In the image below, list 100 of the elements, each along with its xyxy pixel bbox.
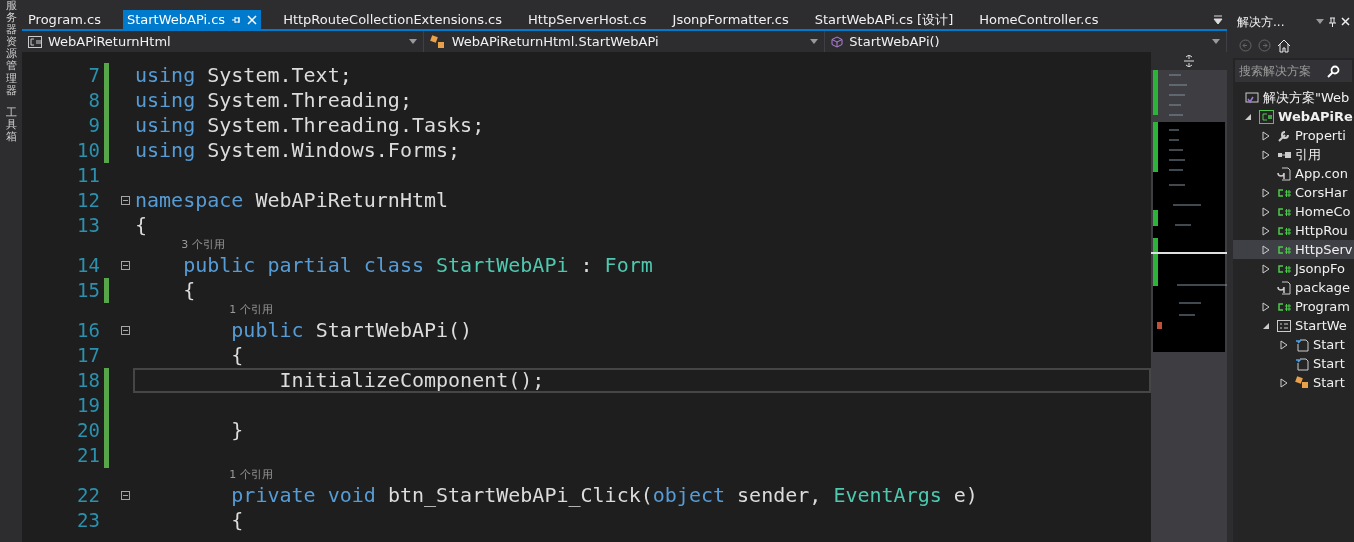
tree-item[interactable]: StartWe xyxy=(1233,316,1354,335)
code-line: { xyxy=(230,343,244,368)
collapsed-arrow-icon[interactable] xyxy=(1262,244,1270,255)
tree-item[interactable]: HttpRou xyxy=(1233,221,1354,240)
search-field[interactable]: 搜索解决方案 xyxy=(1235,60,1352,82)
tree-item[interactable]: 引用 xyxy=(1233,145,1354,164)
csharp-file-icon xyxy=(1277,186,1291,199)
code-line: } xyxy=(230,418,244,443)
class-icon xyxy=(1295,375,1309,390)
close-icon[interactable] xyxy=(1341,17,1350,26)
collapsed-arrow-icon[interactable] xyxy=(1262,187,1270,198)
tree-item-label: Start xyxy=(1313,354,1345,373)
tree-item[interactable]: Properti xyxy=(1233,126,1354,145)
document-tab[interactable]: HttpRouteCollectionExtensions.cs xyxy=(279,10,507,29)
tree-item[interactable]: package xyxy=(1233,278,1354,297)
side-tab[interactable]: 服务器资源管理器 xyxy=(5,0,17,97)
code-line: { xyxy=(230,508,244,533)
tree-item-label: App.con xyxy=(1295,164,1348,183)
document-tab[interactable]: JsonpFormatter.cs xyxy=(668,10,793,29)
tree-item[interactable]: App.con xyxy=(1233,164,1354,183)
tree-item-label: CorsHar xyxy=(1295,183,1348,202)
tree-item-label: 引用 xyxy=(1295,145,1321,164)
document-tab[interactable]: HttpServerHost.cs xyxy=(524,10,651,29)
pin-icon[interactable] xyxy=(1328,16,1337,27)
collapsed-arrow-icon[interactable] xyxy=(1280,339,1288,350)
tree-item-label: StartWe xyxy=(1295,316,1347,335)
collapsed-arrow-icon[interactable] xyxy=(1262,301,1270,312)
search-icon[interactable] xyxy=(1327,64,1340,78)
caret-icon xyxy=(1212,39,1220,44)
line-number: 21 xyxy=(76,443,100,469)
csharp-file-icon xyxy=(1277,224,1291,237)
collapsed-arrow-icon[interactable] xyxy=(1262,263,1270,274)
code-lens-reference-count[interactable]: 1 个引用 xyxy=(229,302,273,319)
wrench-icon xyxy=(1277,128,1291,143)
tree-item[interactable]: Program xyxy=(1233,297,1354,316)
code-line: using System.Threading.Tasks; xyxy=(135,113,485,138)
collapse-icon[interactable] xyxy=(121,261,130,270)
tree-item[interactable]: Start xyxy=(1233,335,1354,354)
collapsed-arrow-icon[interactable] xyxy=(1262,130,1270,141)
class-icon xyxy=(429,34,446,49)
tree-item-label: package xyxy=(1295,278,1350,297)
document-tab[interactable]: Program.cs xyxy=(24,10,105,29)
side-tab[interactable]: 工具箱 xyxy=(5,106,17,144)
tree-item[interactable]: HttpServ xyxy=(1233,240,1354,259)
tab-list-dropdown-icon[interactable] xyxy=(1213,14,1223,25)
split-window-icon[interactable] xyxy=(1183,55,1195,67)
home-icon[interactable] xyxy=(1277,38,1291,53)
csharp-file-icon xyxy=(1277,243,1291,256)
collapsed-arrow-icon[interactable] xyxy=(1262,225,1270,236)
collapse-icon[interactable] xyxy=(121,196,130,205)
collapse-icon[interactable] xyxy=(121,326,130,335)
collapsed-arrow-icon[interactable] xyxy=(1280,377,1288,388)
code-line: using System.Text; xyxy=(135,63,352,88)
code-lens-reference-count[interactable]: 1 个引用 xyxy=(229,467,273,484)
config-file-icon xyxy=(1277,280,1291,295)
code-line: { xyxy=(182,278,196,303)
form-icon xyxy=(1277,318,1291,333)
csharp-file-icon xyxy=(1277,205,1291,218)
tree-item-label: Program xyxy=(1295,297,1350,316)
line-number: 12 xyxy=(76,188,100,214)
line-number: 22 xyxy=(76,483,100,509)
code-line: { xyxy=(135,213,148,238)
collapsed-arrow-icon[interactable] xyxy=(1262,149,1270,160)
tree-item-label: HttpServ xyxy=(1295,240,1353,259)
collapsed-arrow-icon[interactable] xyxy=(1262,206,1270,217)
tree-item[interactable]: CorsHar xyxy=(1233,183,1354,202)
csharp-project-icon xyxy=(1259,109,1274,124)
document-icon xyxy=(1295,337,1309,352)
line-number: 19 xyxy=(76,393,100,419)
code-line: InitializeComponent(); xyxy=(278,368,545,393)
solution-icon xyxy=(1245,90,1259,105)
tree-item-label: JsonpFo xyxy=(1295,259,1346,278)
tree-item[interactable]: WebAPiRe xyxy=(1233,107,1354,126)
tree-item[interactable]: JsonpFo xyxy=(1233,259,1354,278)
csharp-project-icon xyxy=(28,35,42,48)
expanded-arrow-icon[interactable] xyxy=(1244,112,1252,121)
tree-item-label: 解决方案"Web xyxy=(1263,88,1350,107)
line-number: 11 xyxy=(76,163,100,189)
document-tab[interactable]: StartWebAPi.cs [设计] xyxy=(810,10,958,29)
tree-item[interactable]: Start xyxy=(1233,354,1354,373)
config-file-icon xyxy=(1277,166,1291,181)
code-line: namespace WebAPiReturnHtml xyxy=(135,188,449,213)
csharp-file-icon xyxy=(1277,300,1291,313)
line-number: 18 xyxy=(76,368,100,394)
tree-item[interactable]: Start xyxy=(1233,373,1354,392)
line-number: 14 xyxy=(76,253,100,279)
tree-item-label: Start xyxy=(1313,335,1345,354)
collapse-icon[interactable] xyxy=(121,491,130,500)
caret-icon xyxy=(1316,19,1324,24)
line-number: 9 xyxy=(87,113,100,139)
code-lens-reference-count[interactable]: 3 个引用 xyxy=(181,237,225,254)
line-number: 10 xyxy=(76,138,100,164)
code-line: private void btn_StartWebAPi_Click(object sender, EventArgs e) xyxy=(230,483,978,508)
line-number: 7 xyxy=(87,63,100,89)
expanded-arrow-icon[interactable] xyxy=(1262,321,1270,330)
tree-item[interactable]: 解决方案"Web xyxy=(1233,88,1354,107)
document-tab[interactable]: HomeController.cs xyxy=(975,10,1103,29)
code-line: using System.Windows.Forms; xyxy=(135,138,461,163)
csharp-file-icon xyxy=(1277,262,1291,275)
tree-item[interactable]: HomeCo xyxy=(1233,202,1354,221)
